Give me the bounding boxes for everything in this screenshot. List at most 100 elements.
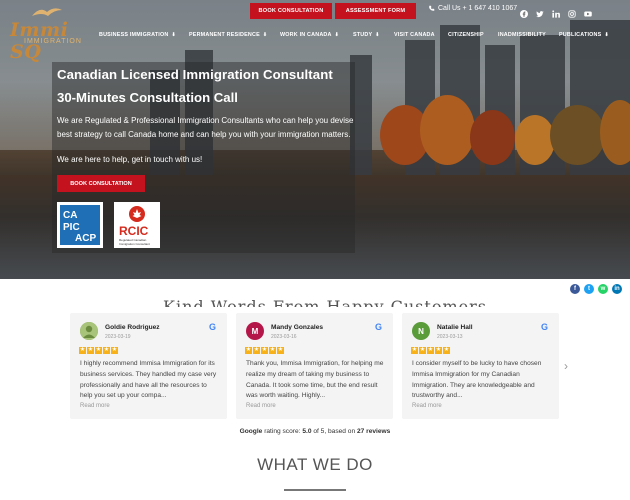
svg-text:PIC: PIC: [63, 222, 80, 233]
phone-icon: [429, 5, 435, 11]
review-card[interactable]: Goldie Rodriguez 2023-03-19 G ★ ★ ★ ★ ★ I hi…: [70, 313, 227, 419]
youtube-icon[interactable]: [584, 5, 592, 17]
hero-title: Canadian Licensed Immigration Consultant: [57, 67, 333, 82]
main-nav: BUSINESS IMMIGRATION ⬇ PERMANENT RESIDENC…: [99, 32, 619, 38]
book-consultation-top-button[interactable]: BOOK CONSULTATION: [250, 3, 332, 19]
nav-work-in-canada[interactable]: WORK IN CANADA ⬇: [280, 32, 353, 38]
carousel-next-icon[interactable]: ›: [564, 359, 568, 373]
review-text: Thank you, Immisa Immigration, for helpi…: [246, 360, 384, 400]
nav-label: BUSINESS IMMIGRATION: [99, 32, 169, 38]
bird-logo-icon: [32, 8, 62, 16]
star-icon: ★: [79, 347, 86, 354]
read-more-link[interactable]: Read more: [246, 403, 276, 409]
star-rating: ★ ★ ★ ★ ★: [79, 347, 118, 354]
google-icon: G: [540, 322, 548, 332]
star-rating: ★ ★ ★ ★ ★: [245, 347, 284, 354]
rating-of-text: of 5, based on: [313, 428, 356, 435]
star-icon: ★: [95, 347, 102, 354]
chevron-down-icon: ⬇: [604, 32, 609, 38]
nav-business-immigration[interactable]: BUSINESS IMMIGRATION ⬇: [99, 32, 189, 38]
facebook-icon[interactable]: f: [570, 284, 580, 294]
star-icon: ★: [443, 347, 450, 354]
nav-citizenship[interactable]: CITIZENSHIP: [448, 32, 498, 38]
social-links: [520, 5, 592, 18]
rating-google-label: Google: [239, 428, 263, 435]
review-date: 2023-03-19: [105, 334, 131, 340]
hero-paragraph: We are Regulated & Professional Immigrat…: [57, 116, 354, 139]
google-icon: G: [208, 322, 216, 332]
read-more-link[interactable]: Read more: [80, 403, 110, 409]
nav-label: VISIT CANADA: [394, 32, 435, 38]
nav-publications[interactable]: PUBLICATIONS ⬇: [559, 32, 619, 38]
rating-summary: Google rating score: 5.0 of 5, based on …: [0, 428, 630, 435]
title-underline: [284, 489, 346, 491]
chevron-down-icon: ⬇: [375, 32, 380, 38]
reviewer-name: Mandy Gonzales: [271, 324, 324, 331]
star-icon: ★: [111, 347, 118, 354]
what-we-do-title: WHAT WE DO: [257, 455, 373, 474]
star-icon: ★: [261, 347, 268, 354]
svg-text:ACP: ACP: [75, 233, 96, 244]
rcic-logo-icon: RCIC Regulated Canadian Immigration Cons…: [114, 202, 160, 248]
avatar: N: [412, 322, 430, 340]
star-icon: ★: [269, 347, 276, 354]
rcic-badge[interactable]: RCIC Regulated Canadian Immigration Cons…: [114, 202, 160, 248]
google-icon: G: [374, 322, 382, 332]
star-icon: ★: [87, 347, 94, 354]
facebook-icon[interactable]: [520, 5, 528, 18]
site-logo[interactable]: Immi SQ IMMIGRATION: [10, 4, 88, 63]
nav-label: INADMISSIBILITY: [498, 32, 546, 38]
avatar: M: [246, 322, 264, 340]
instagram-icon[interactable]: [568, 5, 576, 18]
review-text: I highly recommend Immisa Immigration fo…: [80, 360, 217, 400]
star-icon: ★: [253, 347, 260, 354]
star-icon: ★: [103, 347, 110, 354]
star-icon: ★: [411, 347, 418, 354]
svg-text:RCIC: RCIC: [119, 224, 149, 238]
reviewer-name: Goldie Rodriguez: [105, 324, 160, 331]
hero-cta-text: We are here to help, get in touch with u…: [57, 155, 203, 164]
rating-score: 5.0: [302, 428, 312, 435]
nav-label: WORK IN CANADA: [280, 32, 332, 38]
call-us-label: Call Us + 1 647 410 1067: [438, 5, 518, 12]
star-icon: ★: [277, 347, 284, 354]
rating-mid-text: rating score:: [264, 428, 301, 435]
star-icon: ★: [427, 347, 434, 354]
rating-count: 27 reviews: [356, 428, 391, 435]
linkedin-icon[interactable]: [552, 5, 560, 18]
review-date: 2023-03-16: [271, 334, 297, 340]
share-buttons: f t w in: [570, 284, 622, 294]
nav-label: CITIZENSHIP: [448, 32, 484, 38]
nav-permanent-residence[interactable]: PERMANENT RESIDENCE ⬇: [189, 32, 280, 38]
nav-label: PUBLICATIONS: [559, 32, 602, 38]
call-us-link[interactable]: Call Us + 1 647 410 1067: [428, 5, 517, 12]
chevron-down-icon: ⬇: [262, 32, 268, 38]
nav-visit-canada[interactable]: VISIT CANADA: [394, 32, 448, 38]
svg-text:CA: CA: [63, 210, 77, 221]
read-more-link[interactable]: Read more: [412, 403, 442, 409]
assessment-form-button[interactable]: ASSESSMENT FORM: [335, 3, 416, 19]
book-consultation-hero-button[interactable]: BOOK CONSULTATION: [57, 175, 145, 192]
avatar-photo-icon: [80, 322, 98, 340]
review-text: I consider myself to be lucky to have ch…: [412, 360, 542, 400]
capic-logo-icon: CA PIC ACP: [57, 202, 103, 248]
logo-subtitle: IMMIGRATION: [24, 38, 82, 45]
capic-badge[interactable]: CA PIC ACP: [57, 202, 103, 248]
svg-text:Immigration Consultant: Immigration Consultant: [119, 242, 150, 246]
twitter-icon[interactable]: t: [584, 284, 594, 294]
reviewer-name: Natalie Hall: [437, 324, 473, 331]
star-rating: ★ ★ ★ ★ ★: [411, 347, 450, 354]
hero-subtitle: 30-Minutes Consultation Call: [57, 90, 238, 105]
star-icon: ★: [435, 347, 442, 354]
reviews-section-title: Kind Words From Happy Customers: [163, 298, 487, 307]
linkedin-icon[interactable]: in: [612, 284, 622, 294]
star-icon: ★: [419, 347, 426, 354]
review-card[interactable]: N Natalie Hall 2023-03-13 G ★ ★ ★ ★ ★ I cons…: [402, 313, 559, 419]
nav-study[interactable]: STUDY ⬇: [353, 32, 394, 38]
review-card[interactable]: M Mandy Gonzales 2023-03-16 G ★ ★ ★ ★ ★ Than…: [236, 313, 393, 419]
star-icon: ★: [245, 347, 252, 354]
twitter-icon[interactable]: [536, 5, 544, 18]
whatsapp-icon[interactable]: w: [598, 284, 608, 294]
nav-label: PERMANENT RESIDENCE: [189, 32, 260, 38]
nav-inadmissibility[interactable]: INADMISSIBILITY: [498, 32, 559, 38]
